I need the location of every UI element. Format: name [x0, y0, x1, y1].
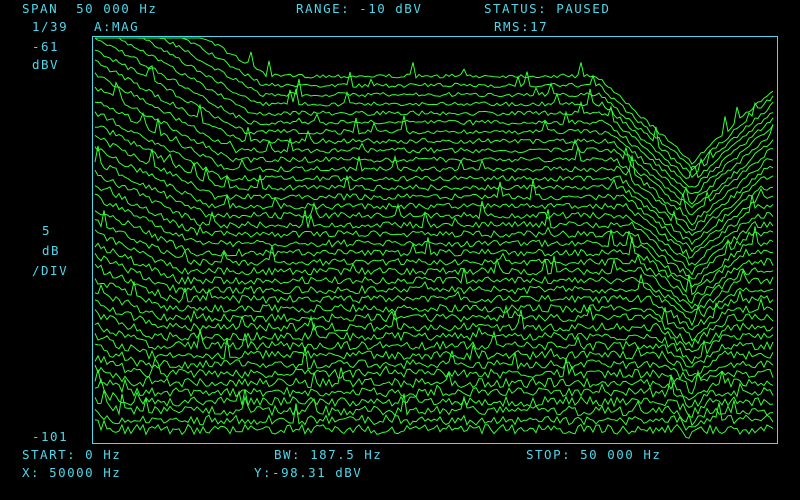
span-readout: SPAN 50 000 Hz: [22, 1, 158, 16]
bandwidth-readout: BW: 187.5 Hz: [274, 447, 383, 462]
record-counter: 1/39: [32, 19, 69, 34]
waterfall-trace: [94, 419, 774, 439]
waterfall-trace: [95, 37, 774, 179]
range-readout: RANGE: -10 dBV: [296, 1, 423, 16]
scale-top-value: -61: [32, 39, 60, 54]
marker-x-readout: X: 50000 Hz: [22, 465, 122, 480]
scale-bottom-value: -101: [32, 429, 69, 444]
rms-readout: RMS:17: [494, 19, 549, 34]
waterfall-trace: [94, 263, 774, 331]
waterfall-trace: [95, 37, 774, 165]
waterfall-trace: [94, 242, 774, 313]
waterfall-trace: [94, 185, 774, 280]
waterfall-trace: [94, 253, 774, 327]
scale-per-div-unit: dB: [42, 243, 61, 258]
waterfall-trace: [94, 37, 774, 195]
waterfall-trace: [94, 101, 774, 231]
scale-per-div-label: /DIV: [32, 263, 69, 278]
status-readout: STATUS: PAUSED: [484, 1, 611, 16]
stop-frequency: STOP: 50 000 Hz: [526, 447, 662, 462]
marker-y-readout: Y:-98.31 dBV: [254, 465, 363, 480]
scale-top-unit: dBV: [32, 57, 60, 72]
waterfall-trace: [94, 169, 774, 276]
channel-label: A:MAG: [94, 19, 140, 34]
waterfall-display[interactable]: [92, 36, 778, 444]
waterfall-trace: [95, 37, 774, 188]
start-frequency: START: 0 Hz: [22, 447, 122, 462]
scale-per-div-value: 5: [42, 223, 52, 238]
waterfall-trace: [94, 322, 774, 368]
